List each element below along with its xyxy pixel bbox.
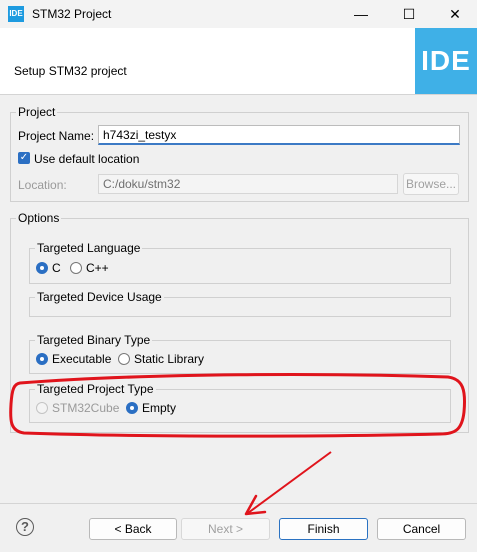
next-button[interactable]: Next > [181,518,270,540]
language-c-label: C [52,261,61,275]
language-c-radio[interactable] [36,262,48,274]
project-group-label: Project [16,105,58,119]
language-cpp-label: C++ [86,261,109,275]
use-default-location-label: Use default location [34,152,140,166]
project-name-label: Project Name: [18,129,95,143]
project-type-empty-radio[interactable] [126,402,138,414]
binary-executable-label: Executable [52,352,112,366]
header-divider [0,94,477,95]
project-type-stm32cube-radio[interactable] [36,402,48,414]
use-default-location-checkbox[interactable]: ✓ [18,152,30,164]
device-usage-group-label: Targeted Device Usage [35,290,164,304]
minimize-button[interactable]: — [338,0,384,28]
finish-button[interactable]: Finish [279,518,368,540]
location-input[interactable]: C:/doku/stm32 [98,174,398,194]
browse-button[interactable]: Browse... [403,173,459,195]
language-group-label: Targeted Language [35,241,143,255]
footer-divider [0,503,477,504]
ide-logo: IDE [415,28,477,94]
language-cpp-radio[interactable] [70,262,82,274]
project-type-empty-label: Empty [142,401,177,415]
back-button[interactable]: < Back [89,518,177,540]
window-title: STM32 Project [32,7,112,21]
page-subtitle: Setup STM32 project [14,64,127,78]
maximize-icon: ☐ [402,5,416,22]
binary-static-library-label: Static Library [134,352,205,366]
close-button[interactable]: ✕ [432,0,477,28]
options-group-label: Options [16,211,62,225]
arrow-head [244,494,267,516]
binary-type-group-label: Targeted Binary Type [35,333,153,347]
project-name-input[interactable]: h743zi_testyx [98,125,460,145]
binary-static-library-radio[interactable] [118,353,130,365]
wizard-header: Setup STM32 project IDE [0,28,477,94]
location-label: Location: [18,178,67,192]
maximize-button[interactable]: ☐ [386,0,432,28]
cancel-button[interactable]: Cancel [377,518,466,540]
minimize-icon: — [354,6,368,22]
binary-executable-radio[interactable] [36,353,48,365]
project-type-stm32cube-label: STM32Cube [52,401,120,415]
close-icon: ✕ [449,5,461,22]
help-icon: ? [21,519,29,534]
title-bar: IDE STM32 Project — ☐ ✕ [0,0,477,28]
app-icon: IDE [8,6,24,22]
help-button[interactable]: ? [16,518,34,536]
project-type-group-label: Targeted Project Type [35,382,156,396]
